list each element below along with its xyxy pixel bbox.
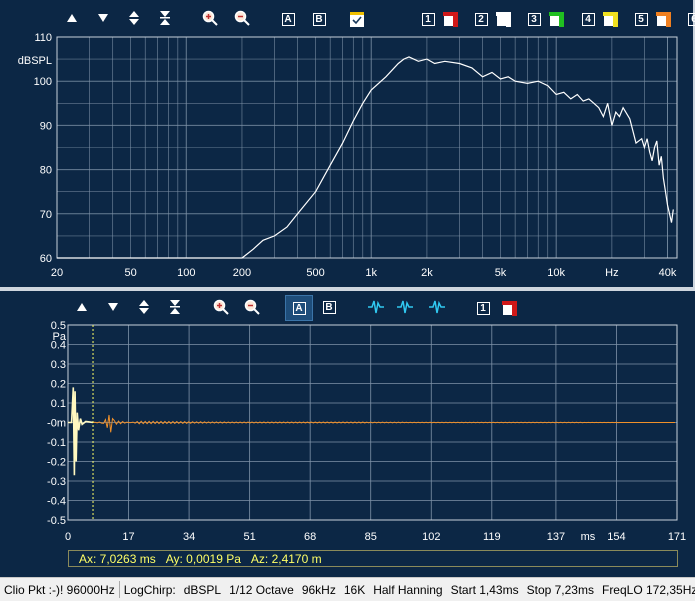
readout-ax: Ax: 7,0263 ms <box>79 552 156 566</box>
x-tick-label: Hz <box>605 267 618 279</box>
y-tick-label: -0.3 <box>47 476 66 488</box>
x-tick-label: 17 <box>122 531 134 543</box>
y-tick-label: 100 <box>34 76 52 88</box>
x-tick-label: 5k <box>495 267 507 279</box>
x-tick-label: 20 <box>51 267 63 279</box>
x-tick-label: 34 <box>183 531 195 543</box>
y-tick-label: 0.1 <box>51 398 66 410</box>
status-item: LogChirp: <box>120 583 180 597</box>
x-tick-label: 50 <box>124 267 136 279</box>
y-tick-label: 0.2 <box>51 379 66 391</box>
frequency-response-chart: 110 100 90 80 70 60 dBSPL 20 50 100 200 500 1k 2k 5k 10… <box>0 0 695 287</box>
impulse-response-pane: A B 1 0.50.40.30.20.1-0m-0.1-0.2-0.3-0.4… <box>0 291 695 577</box>
impulse-response-line <box>68 387 93 475</box>
y-tick-label: 0.3 <box>51 359 66 371</box>
y-tick-label: -0m <box>47 418 66 430</box>
y-tick-label: -0.1 <box>47 437 66 449</box>
y-tick-label: 80 <box>40 165 52 177</box>
y-tick-label: -0.5 <box>47 515 66 527</box>
y-axis-label: Pa <box>53 331 67 343</box>
y-tick-label: 110 <box>34 32 52 44</box>
status-item: Clio Pkt :-)! 96000Hz <box>0 583 119 597</box>
y-tick-label: -0.4 <box>47 496 66 508</box>
frequency-response-line <box>57 57 673 258</box>
cursor-readout: Ax: 7,0263 ms Ay: 0,0019 Pa Az: 2,4170 m <box>68 550 678 567</box>
y-axis-label: dBSPL <box>18 55 52 67</box>
x-tick-label: 85 <box>365 531 377 543</box>
impulse-tail-line <box>93 415 675 432</box>
x-tick-label: 119 <box>483 531 501 543</box>
x-tick-label: 51 <box>244 531 256 543</box>
x-tick-label: 0 <box>65 531 71 543</box>
x-tick-label: 171 <box>668 531 686 543</box>
readout-az: Az: 2,4170 m <box>251 552 322 566</box>
readout-ay: Ay: 0,0019 Pa <box>166 552 241 566</box>
x-tick-label: 1k <box>365 267 377 279</box>
x-tick-label: 200 <box>233 267 251 279</box>
x-tick-label: 40k <box>659 267 677 279</box>
x-tick-label: 137 <box>547 531 565 543</box>
status-item: Half Hanning <box>369 583 446 597</box>
x-tick-label: 500 <box>306 267 324 279</box>
status-item: Stop 7,23ms <box>523 583 598 597</box>
x-tick-label: 154 <box>607 531 625 543</box>
status-item: 16K <box>340 583 369 597</box>
frequency-response-pane: A B 123456 11010090807060dBSPL2050100200… <box>0 0 695 287</box>
status-item: FreqLO 172,35Hz <box>598 583 695 597</box>
y-tick-label: 70 <box>40 209 52 221</box>
status-item: 1/12 Octave <box>225 583 298 597</box>
status-bar: Clio Pkt :-)! 96000HzLogChirp:dBSPL1/12 … <box>0 577 695 601</box>
x-tick-label: 102 <box>422 531 440 543</box>
x-tick-label: 10k <box>547 267 565 279</box>
x-tick-label: ms <box>581 531 596 543</box>
grid <box>57 37 677 258</box>
y-tick-label: -0.2 <box>47 457 66 469</box>
x-tick-label: 2k <box>421 267 433 279</box>
impulse-response-chart: 0.50.40.30.20.1-0m-0.1-0.2-0.3-0.4-0.5Pa… <box>0 291 695 577</box>
x-tick-label: 100 <box>177 267 195 279</box>
status-item: dBSPL <box>180 583 225 597</box>
status-item: 96kHz <box>298 583 340 597</box>
y-tick-label: 90 <box>40 120 52 132</box>
y-tick-label: 60 <box>40 253 52 265</box>
x-tick-label: 68 <box>304 531 316 543</box>
status-item: Start 1,43ms <box>447 583 523 597</box>
